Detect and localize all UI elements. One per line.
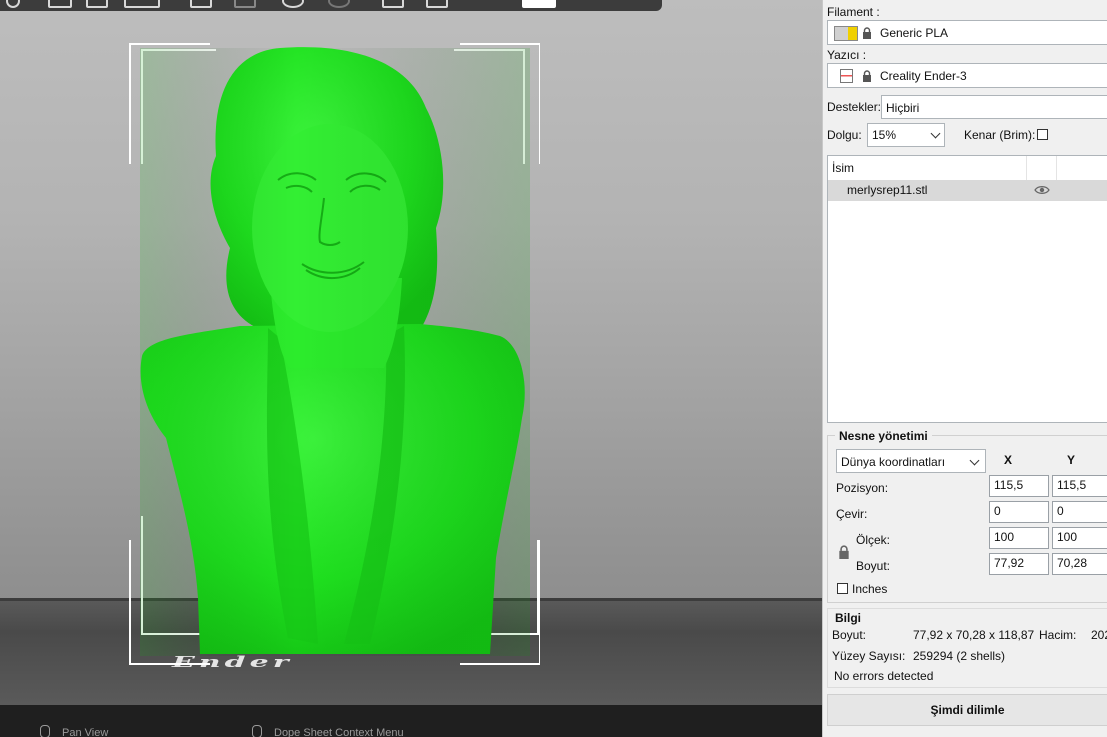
rotation-label: Çevir: (836, 507, 868, 521)
slice-now-button[interactable]: Şimdi dilimle (827, 694, 1107, 726)
support-icon[interactable] (426, 0, 448, 8)
view-top-icon[interactable] (124, 0, 160, 8)
model-bust[interactable]: Ender (120, 38, 540, 668)
printer-label: Yazıcı : (827, 48, 867, 62)
info-facets-value: 259294 (2 shells) (913, 649, 1006, 663)
arrange-icon[interactable] (282, 0, 304, 8)
cut-icon[interactable] (382, 0, 404, 8)
infill-combo[interactable]: 15% (867, 123, 945, 147)
size-y-input[interactable]: 70,28 (1052, 553, 1107, 575)
rotation-y-input[interactable]: 0 (1052, 501, 1107, 523)
mouse-icon (252, 725, 262, 737)
printer-icon (840, 69, 853, 83)
status-pan-view: Pan View (40, 725, 108, 737)
scale-lock-icon[interactable] (838, 545, 850, 559)
scale-y-input[interactable]: 100 (1052, 527, 1107, 549)
chevron-down-icon (930, 128, 941, 139)
search-icon[interactable] (480, 0, 502, 8)
size-x-input[interactable]: 77,92 (989, 553, 1049, 575)
eye-icon[interactable] (1034, 185, 1050, 195)
coordinate-system-value: Dünya koordinatları (841, 455, 946, 469)
status-bar: Pan View Dope Sheet Context Menu (0, 705, 822, 737)
info-volume-label: Hacim: (1039, 628, 1077, 642)
object-name: merlysrep11.stl (847, 183, 928, 197)
object-list[interactable]: İsim merlysrep11.stl (827, 155, 1107, 423)
size-label: Boyut: (856, 559, 891, 573)
info-size-label: Boyut: (832, 628, 867, 642)
supports-value: Hiçbiri (886, 101, 920, 115)
status-label: Pan View (62, 727, 109, 737)
color-swatch-icon[interactable] (522, 0, 556, 8)
printer-combo[interactable]: Creality Ender-3 (827, 63, 1107, 88)
view-back-icon[interactable] (234, 0, 256, 8)
view-front-icon[interactable] (86, 0, 108, 8)
inches-checkbox[interactable] (837, 583, 848, 594)
status-context-menu: Dope Sheet Context Menu (252, 725, 404, 737)
supports-combo[interactable]: Hiçbiri (881, 95, 1107, 119)
printer-value: Creality Ender-3 (880, 69, 967, 83)
info-title: Bilgi (835, 611, 861, 625)
chevron-down-icon (969, 455, 980, 466)
info-errors: No errors detected (834, 669, 934, 683)
brim-checkbox[interactable] (1037, 129, 1048, 140)
lock-icon (863, 27, 871, 39)
brim-label: Kenar (Brim): (964, 128, 1036, 142)
position-label: Pozisyon: (836, 481, 889, 495)
position-y-input[interactable]: 115,5 (1052, 475, 1107, 497)
supports-label: Destekler: (827, 100, 882, 114)
infill-label: Dolgu: (827, 128, 862, 142)
scale-label: Ölçek: (856, 533, 891, 547)
coordinate-system-combo[interactable]: Dünya koordinatları (836, 449, 986, 473)
object-list-header: İsim (828, 156, 1107, 181)
column-divider (1026, 156, 1027, 180)
status-label: Dope Sheet Context Menu (274, 727, 404, 737)
info-size-value: 77,92 x 70,28 x 118,87 (913, 628, 1035, 642)
settings-panel: Filament : Generic PLA Yazıcı : Creality… (822, 0, 1107, 737)
filament-combo[interactable]: Generic PLA (827, 20, 1107, 45)
object-manipulation-title: Nesne yönetimi (835, 429, 932, 443)
move-tool-icon[interactable] (48, 0, 72, 8)
lock-icon (863, 70, 871, 82)
column-y-header: Y (1067, 453, 1076, 467)
filament-label: Filament : (827, 5, 880, 19)
list-item[interactable]: merlysrep11.stl (828, 180, 1107, 201)
column-divider (1056, 156, 1057, 180)
filament-color-icon (834, 26, 858, 41)
column-x-header: X (1004, 453, 1013, 467)
info-volume-value: 202 (1091, 628, 1107, 642)
rotate-tool-icon[interactable] (6, 0, 20, 8)
info-facets-label: Yüzey Sayısı: (832, 649, 906, 663)
top-toolbar (0, 0, 662, 11)
mouse-icon (40, 725, 50, 737)
filament-value: Generic PLA (880, 26, 949, 40)
infill-value: 15% (872, 128, 897, 142)
column-name-header[interactable]: İsim (832, 161, 854, 175)
layers-icon[interactable] (328, 0, 350, 8)
position-x-input[interactable]: 115,5 (989, 475, 1049, 497)
rotation-x-input[interactable]: 0 (989, 501, 1049, 523)
view-side-icon[interactable] (190, 0, 212, 8)
3d-viewport[interactable]: Ender Pan View Dope Sheet Context Menu (0, 0, 822, 737)
scale-x-input[interactable]: 100 (989, 527, 1049, 549)
inches-label: Inches (852, 582, 888, 596)
